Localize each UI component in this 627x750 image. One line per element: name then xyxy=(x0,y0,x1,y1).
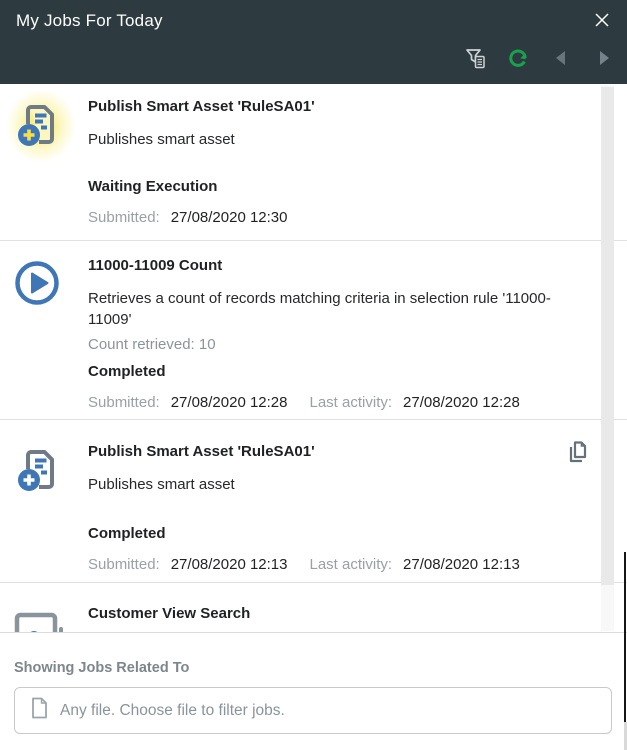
submitted-value: 27/08/2020 12:30 xyxy=(171,209,288,226)
file-icon xyxy=(31,697,48,724)
file-filter-input[interactable] xyxy=(60,702,611,720)
filter-jobs-button[interactable] xyxy=(462,47,488,73)
last-activity-value: 27/08/2020 12:28 xyxy=(403,394,520,411)
showing-jobs-label: Showing Jobs Related To xyxy=(14,660,189,676)
last-activity-value: 27/08/2020 12:13 xyxy=(403,556,520,573)
job-title: Publish Smart Asset 'RuleSA01' xyxy=(88,443,583,461)
job-description: Publishes smart asset xyxy=(88,474,568,495)
previous-page-button[interactable] xyxy=(548,47,574,73)
next-page-button[interactable] xyxy=(591,47,617,73)
job-title: Publish Smart Asset 'RuleSA01' xyxy=(88,98,583,116)
footer-filter-section: Showing Jobs Related To xyxy=(0,632,627,750)
publish-smart-asset-icon xyxy=(14,445,64,502)
last-activity-label: Last activity: xyxy=(310,394,393,411)
job-row-publish-completed[interactable]: Publish Smart Asset 'RuleSA01' Publishes… xyxy=(0,420,627,583)
publish-smart-asset-icon xyxy=(14,100,64,157)
customer-view-search-icon xyxy=(14,601,64,632)
job-list: Publish Smart Asset 'RuleSA01' Publishes… xyxy=(0,84,627,632)
job-status: Completed xyxy=(88,363,583,381)
job-row-count[interactable]: 11000-11009 Count Retrieves a count of r… xyxy=(0,241,627,420)
file-filter-field[interactable] xyxy=(14,687,612,734)
submitted-value: 27/08/2020 12:28 xyxy=(171,394,288,411)
jobs-toolbar xyxy=(462,44,617,76)
job-row-publish-waiting[interactable]: Publish Smart Asset 'RuleSA01' Publishes… xyxy=(0,84,627,241)
job-detail: Count retrieved: 10 xyxy=(88,336,583,354)
last-activity-label: Last activity: xyxy=(310,556,393,573)
scrollbar-track[interactable] xyxy=(601,85,614,631)
copy-icon xyxy=(565,453,589,470)
arrow-right-icon xyxy=(595,49,613,72)
job-description: Publishes smart asset xyxy=(88,129,568,150)
submitted-label: Submitted: xyxy=(88,394,160,411)
job-title: Customer View Search xyxy=(88,605,583,623)
scrollbar-thumb[interactable] xyxy=(601,87,614,585)
play-icon xyxy=(14,259,64,312)
filter-list-icon xyxy=(462,45,488,76)
window-edge-artifact xyxy=(624,552,626,722)
job-title: 11000-11009 Count xyxy=(88,257,583,275)
job-row-customer-view-search[interactable]: Customer View Search xyxy=(0,583,627,632)
refresh-icon xyxy=(506,46,530,75)
panel-header: My Jobs For Today xyxy=(0,0,627,84)
submitted-label: Submitted: xyxy=(88,556,160,573)
copy-job-button[interactable] xyxy=(565,440,589,466)
job-status: Completed xyxy=(88,525,583,543)
close-button[interactable] xyxy=(589,9,615,35)
job-status: Waiting Execution xyxy=(88,178,583,196)
my-jobs-panel: My Jobs For Today xyxy=(0,0,627,750)
submitted-value: 27/08/2020 12:13 xyxy=(171,556,288,573)
submitted-label: Submitted: xyxy=(88,209,160,226)
panel-title: My Jobs For Today xyxy=(16,11,163,31)
job-description: Retrieves a count of records matching cr… xyxy=(88,288,568,330)
arrow-left-icon xyxy=(552,49,570,72)
close-icon xyxy=(592,10,612,35)
refresh-jobs-button[interactable] xyxy=(505,47,531,73)
